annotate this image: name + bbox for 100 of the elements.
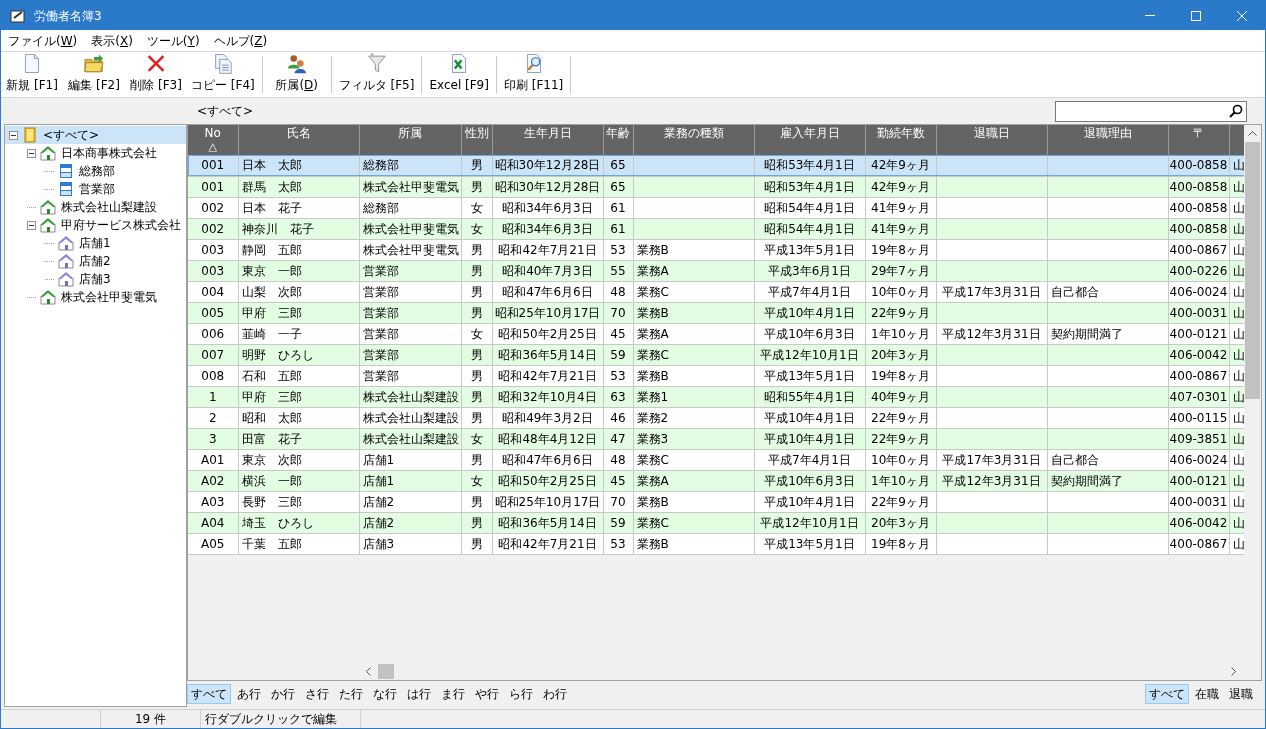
table-row[interactable]: 004 山梨 次郎 営業部 男 昭和47年6月6日 48 業務C 平成7年4月1日 10年0ヶ月 平成17年3月31日 自己都合 406-0024 山: [188, 281, 1244, 302]
table-cell: 山: [1232, 263, 1244, 278]
filter-tab[interactable]: すべて: [1145, 683, 1189, 704]
scroll-thumb[interactable]: [378, 664, 394, 679]
table-cell: 昭和40年7月3日: [502, 263, 593, 278]
table-row[interactable]: 005 甲府 三郎 営業部 男 昭和25年10月17日 70 業務B 平成10年4月1日 22年9ヶ月 400-0031 山: [188, 302, 1244, 323]
table-cell: 山: [1232, 284, 1244, 299]
tree-item[interactable]: 株式会社甲斐電気: [5, 288, 186, 306]
filter-tab[interactable]: な行: [369, 683, 401, 704]
table-cell: 29年7ヶ月: [871, 263, 930, 278]
filter-tab[interactable]: ら行: [505, 683, 537, 704]
table-row[interactable]: A01 東京 次郎 店舗1 男 昭和47年6月6日 48 業務C 平成7年4月1日 10年0ヶ月 平成17年3月31日 自己都合 406-0024 山: [188, 449, 1244, 470]
table-cell: 昭和25年10月17日: [494, 494, 601, 509]
toolbar-button[interactable]: Excel [F9]: [425, 52, 493, 97]
table-cell: 2: [208, 410, 217, 425]
table-row[interactable]: 3 田富 花子 株式会社山梨建設 女 昭和48年4月12日 47 業務3 平成10年4月1日 22年9ヶ月 409-3851 山: [188, 428, 1244, 449]
table-cell: 山: [1232, 368, 1244, 383]
menu-item[interactable]: 表示(X): [91, 31, 133, 50]
tree-item[interactable]: 日本商事株式会社: [5, 144, 186, 162]
filter-tab[interactable]: わ行: [539, 683, 571, 704]
tree-item[interactable]: 甲府サービス株式会社: [5, 216, 186, 234]
filter-tab[interactable]: や行: [471, 683, 503, 704]
table-row[interactable]: A05 千葉 五郎 店舗3 男 昭和42年7月21日 53 業務B 平成13年5月1日 19年8ヶ月 400-0867 山: [188, 533, 1244, 554]
toolbar-button[interactable]: 印刷 [F11]: [499, 52, 568, 97]
table-row[interactable]: 003 静岡 五郎 株式会社甲斐電気 男 昭和42年7月21日 53 業務B 平成13年5月1日 19年8ヶ月 400-0867 山: [188, 239, 1244, 260]
table-cell: 平成12年10月1日: [760, 515, 859, 530]
table-cell: 19年8ヶ月: [871, 368, 930, 383]
tree-item[interactable]: <すべて>: [5, 126, 186, 144]
scroll-thumb[interactable]: [1245, 142, 1260, 399]
filter-tab[interactable]: さ行: [301, 683, 333, 704]
search-field[interactable]: [1055, 100, 1247, 122]
table-row[interactable]: A04 埼玉 ひろし 店舗2 男 昭和36年5月14日 59 業務C 平成12年10月1日 20年3ヶ月 406-0042 山: [188, 512, 1244, 533]
table-cell: 山梨 次郎: [241, 284, 302, 299]
table-cell: 業務B: [636, 494, 669, 509]
table-cell: 48: [610, 452, 626, 467]
table-cell: 406-0042: [1169, 347, 1228, 362]
table-cell: 400-0858: [1169, 200, 1228, 215]
table-row[interactable]: 2 昭和 太郎 株式会社山梨建設 男 昭和49年3月2日 46 業務2 平成10年4月1日 22年9ヶ月 400-0115 山: [188, 407, 1244, 428]
table-cell: 400-0867: [1169, 368, 1228, 383]
menu-item[interactable]: ヘルプ(Z): [213, 31, 268, 50]
table-row[interactable]: 002 神奈川 花子 株式会社甲斐電気 女 昭和34年6月3日 61 昭和54年4月1日 41年9ヶ月 400-0858 山: [188, 218, 1244, 239]
tree-item[interactable]: 総務部: [5, 162, 186, 180]
table-row[interactable]: 001 日本 太郎 総務部 男 昭和30年12月28日 65 昭和53年4月1日 42年9ヶ月 400-0858 山: [188, 155, 1244, 176]
table-row[interactable]: A02 横浜 一郎 店舗1 女 昭和50年2月25日 45 業務A 平成10年6月3日 1年10ヶ月 平成12年3月31日 契約期間満了 400-0121 山: [188, 470, 1244, 491]
table-cell: 昭和55年4月1日: [764, 389, 855, 404]
table-cell: 業務A: [636, 263, 669, 278]
table-cell: 昭和34年6月3日: [502, 200, 593, 215]
table-cell: 株式会社甲斐電気: [362, 179, 459, 194]
table-cell: 業務C: [636, 515, 669, 530]
table-cell: 明野 ひろし: [241, 347, 314, 362]
table-cell: 業務3: [636, 431, 669, 446]
table-cell: 42年9ヶ月: [871, 158, 930, 173]
table-cell: 男: [470, 515, 483, 530]
toolbar-button[interactable]: 削除 [F3]: [125, 52, 187, 97]
table-cell: 昭和42年7月21日: [498, 242, 597, 257]
filter-tab[interactable]: か行: [267, 683, 299, 704]
filter-tab[interactable]: あ行: [233, 683, 265, 704]
table-cell: A01: [201, 452, 225, 467]
app-icon: [10, 8, 26, 23]
table-row[interactable]: 007 明野 ひろし 営業部 男 昭和36年5月14日 59 業務C 平成12年10月1日 20年3ヶ月 406-0042 山: [188, 344, 1244, 365]
tree-item[interactable]: 店舗2: [5, 252, 186, 270]
table-row[interactable]: A03 長野 三郎 店舗2 男 昭和25年10月17日 70 業務B 平成10年4月1日 22年9ヶ月 400-0031 山: [188, 491, 1244, 512]
table-row[interactable]: 006 韮崎 一子 営業部 女 昭和50年2月25日 45 業務A 平成10年6月3日 1年10ヶ月 平成12年3月31日 契約期間満了 400-0121 山: [188, 323, 1244, 344]
filter-tab[interactable]: 退職: [1225, 683, 1257, 704]
table-cell: 1年10ヶ月: [871, 473, 930, 488]
filter-tab[interactable]: ま行: [437, 683, 469, 704]
tree-item[interactable]: 株式会社山梨建設: [5, 198, 186, 216]
toolbar-button[interactable]: フィルタ [F5]: [334, 52, 419, 97]
table-cell: 山: [1232, 221, 1244, 236]
table-row[interactable]: 001 群馬 太郎 株式会社甲斐電気 男 昭和30年12月28日 65 昭和53年4月1日 42年9ヶ月 400-0858 山: [188, 176, 1244, 197]
filter-tab[interactable]: 在職: [1191, 683, 1223, 704]
table-cell: 006: [201, 326, 225, 341]
collapse-toggle[interactable]: [27, 148, 36, 158]
tree-item[interactable]: 営業部: [5, 180, 186, 198]
table-row[interactable]: 002 日本 花子 総務部 女 昭和34年6月3日 61 昭和54年4月1日 41年9ヶ月 400-0858 山: [188, 197, 1244, 218]
menu-item[interactable]: ファイル(W): [8, 31, 78, 50]
table-cell: 業務1: [636, 389, 669, 404]
filter-tab[interactable]: た行: [335, 683, 367, 704]
menu-item[interactable]: ツール(Y): [146, 31, 200, 50]
tree-item[interactable]: 店舗1: [5, 234, 186, 252]
status-hint: 行ダブルクリックで編集: [205, 711, 337, 728]
tree-item[interactable]: 店舗3: [5, 270, 186, 288]
collapse-toggle[interactable]: [27, 220, 36, 230]
filter-tab[interactable]: すべて: [187, 683, 231, 704]
toolbar-button[interactable]: 編集 [F2]: [63, 52, 125, 97]
table-row[interactable]: 003 東京 一郎 営業部 男 昭和40年7月3日 55 業務A 平成3年6月1日 29年7ヶ月 400-0226 山: [188, 260, 1244, 281]
table-row[interactable]: 1 甲府 三郎 株式会社山梨建設 男 昭和32年10月4日 63 業務1 昭和55年4月1日 40年9ヶ月 407-0301 山: [188, 386, 1244, 407]
filter-tab[interactable]: は行: [403, 683, 435, 704]
toolbar-button[interactable]: 新規 [F1]: [1, 52, 63, 97]
table-row[interactable]: 008 石和 五郎 営業部 男 昭和42年7月21日 53 業務B 平成13年5月1日 19年8ヶ月 400-0867 山: [188, 365, 1244, 386]
toolbar-button[interactable]: 所属(D): [265, 52, 328, 97]
table-cell: 男: [470, 452, 483, 467]
table-cell: 昭和48年4月12日: [498, 431, 597, 446]
table-cell: 群馬 太郎: [241, 179, 302, 194]
collapse-toggle[interactable]: [9, 130, 18, 140]
table-cell: 53: [610, 368, 626, 383]
table-cell: 山: [1232, 305, 1244, 320]
table-cell: 63: [610, 389, 626, 404]
toolbar-button[interactable]: コピー [F4]: [187, 52, 259, 97]
table-cell: 61: [610, 221, 626, 236]
